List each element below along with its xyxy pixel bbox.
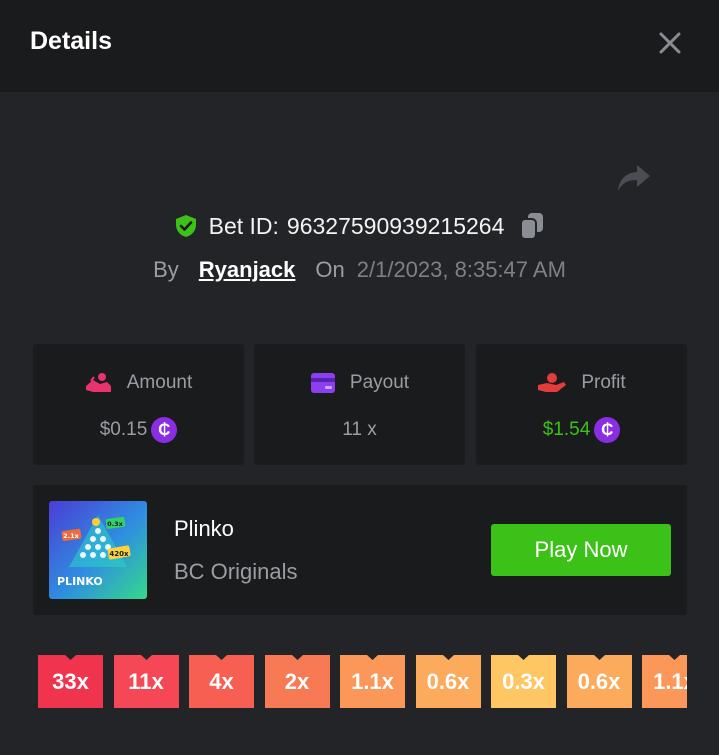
profit-value: $1.54 — [542, 419, 591, 440]
game-provider: BC Originals — [174, 559, 298, 584]
copy-icon — [520, 213, 544, 240]
multiplier-chip: 0.3x — [491, 655, 556, 708]
payout-label: Payout — [349, 372, 410, 393]
multiplier-chip: 0.6x — [415, 655, 481, 708]
profit-label: Profit — [581, 372, 626, 393]
multiplier-chip: 1.1x — [642, 655, 687, 708]
bet-meta-row: By Ryanjack On 2/1/2023, 8:35:47 AM — [0, 253, 719, 287]
multiplier-value: 2x — [284, 668, 310, 694]
bet-id-value: 96327590939215264 — [286, 212, 505, 239]
bet-id-label: Bet ID: — [208, 212, 279, 239]
payout-value: 11 x — [342, 419, 377, 440]
multiplier-value: 0.6x — [426, 668, 470, 694]
multiplier-chip: 0.6x — [566, 655, 632, 708]
bet-date: 2/1/2023, 8:35:47 AM — [356, 257, 566, 282]
profit-card: Profit $1.54 ₵ — [476, 344, 687, 465]
multiplier-value: 0.6x — [577, 668, 621, 694]
thumb-tag: 2.1x — [63, 532, 80, 540]
multiplier-chip: 4x — [189, 655, 254, 708]
multiplier-value: 1.1x — [351, 668, 394, 694]
multiplier-chip: 11x — [113, 655, 179, 708]
amount-value: $0.15 — [99, 419, 148, 440]
details-title: Details — [30, 27, 112, 55]
multiplier-chip: 33x — [38, 655, 103, 708]
multiplier-value: 1.1x — [653, 668, 687, 694]
multiplier-strip: 33x 11x 4x 2x 1.1x 0.6x 0.3x 0.6x 1.1x — [38, 655, 687, 708]
game-name: Plinko — [174, 516, 234, 541]
multiplier-chip: 1.1x — [340, 655, 405, 708]
copy-button[interactable] — [520, 212, 544, 240]
multiplier-value: 11x — [128, 668, 164, 694]
share-button[interactable] — [614, 160, 654, 196]
multiplier-value: 4x — [209, 668, 234, 694]
thumb-tag: 420x — [109, 550, 129, 558]
verified-shield-icon — [175, 215, 196, 237]
bet-id-row: Bet ID: 96327590939215264 — [0, 209, 719, 243]
hand-profit-icon — [538, 373, 567, 392]
multiplier-value: 0.3x — [502, 668, 545, 694]
username-link[interactable]: Ryanjack — [199, 257, 296, 283]
payout-card: Payout 11 x — [254, 344, 465, 465]
close-button[interactable] — [652, 25, 688, 61]
game-panel: 2.1x 0.3x 420x PLINKO Plinko BC Original… — [33, 485, 687, 615]
game-thumbnail[interactable]: 2.1x 0.3x 420x PLINKO — [49, 501, 147, 599]
by-label: By — [153, 257, 179, 282]
share-icon — [618, 165, 650, 191]
close-icon — [659, 32, 681, 54]
thumb-tag: 0.3x — [107, 520, 124, 528]
details-header: Details — [0, 0, 719, 92]
coin-icon: ₵ — [594, 417, 621, 443]
multiplier-value: 33x — [52, 668, 89, 694]
coin-icon: ₵ — [151, 417, 178, 443]
on-label: On — [315, 257, 345, 282]
play-now-button[interactable]: Play Now — [491, 524, 671, 576]
card-icon — [310, 373, 335, 393]
thumb-title: PLINKO — [57, 575, 103, 588]
amount-card: Amount $0.15 ₵ — [33, 344, 244, 465]
amount-label: Amount — [126, 372, 193, 393]
multiplier-chip: 2x — [264, 655, 330, 708]
coin-hand-icon — [85, 373, 111, 392]
